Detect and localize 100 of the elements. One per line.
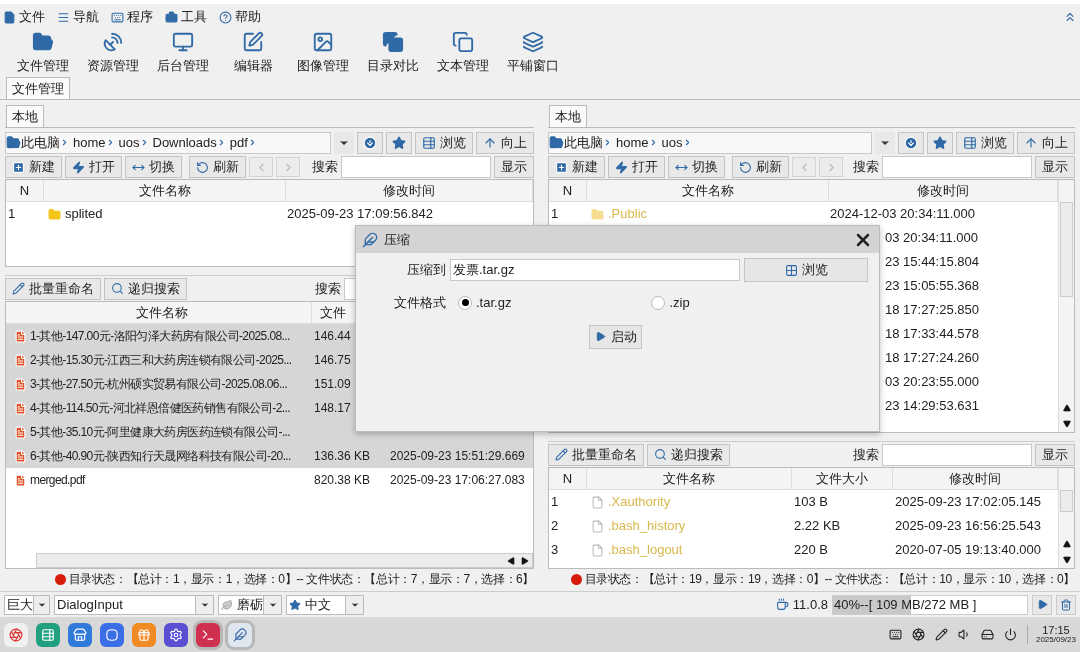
- feather-icon[interactable]: [228, 622, 252, 647]
- toolbar-button[interactable]: 新建: [5, 156, 62, 178]
- download-icon[interactable]: [357, 131, 383, 154]
- app-icon: [362, 231, 378, 248]
- file-name[interactable]: splited: [65, 204, 103, 224]
- power-icon[interactable]: [1003, 628, 1017, 641]
- column-header[interactable]: 文件名称: [587, 468, 792, 489]
- toolbar-button[interactable]: 图像管理: [288, 30, 358, 76]
- toolbar-button[interactable]: 目录对比: [358, 30, 428, 76]
- path-segment[interactable]: 此电脑: [21, 132, 60, 153]
- column-header[interactable]: N: [549, 468, 587, 489]
- pencil-icon: [12, 282, 25, 295]
- trash-icon[interactable]: [1056, 594, 1076, 615]
- main-tab[interactable]: 文件管理: [6, 77, 70, 99]
- launcher-icon[interactable]: [4, 622, 28, 647]
- path-segment[interactable]: home: [73, 132, 106, 153]
- toolbar-button[interactable]: 文件管理: [8, 30, 78, 76]
- scroll-left-icon[interactable]: [507, 556, 515, 565]
- toolbar-button[interactable]: 打开: [65, 156, 122, 178]
- path-segment[interactable]: Downloads: [152, 132, 217, 153]
- toolbar-button[interactable]: 批量重命名: [548, 443, 644, 466]
- browse-button[interactable]: 浏览: [956, 131, 1014, 154]
- column-header[interactable]: 修改时间: [286, 180, 533, 201]
- menu-item[interactable]: 导航: [57, 7, 99, 27]
- toolbar-button[interactable]: 批量重命名: [5, 277, 101, 300]
- up-button[interactable]: 向上: [1017, 131, 1075, 154]
- scroll-up-icon[interactable]: [1062, 404, 1071, 412]
- browser-icon[interactable]: [100, 622, 124, 647]
- path-segment[interactable]: 此电脑: [564, 132, 603, 153]
- toolbar-button[interactable]: 编辑器: [218, 30, 288, 76]
- column-header[interactable]: 文件名称: [44, 180, 286, 201]
- toolbar-button[interactable]: 新建: [548, 156, 605, 178]
- browse-button[interactable]: 浏览: [415, 131, 473, 154]
- format-radio[interactable]: .tar.gz: [458, 293, 512, 313]
- search-field[interactable]: [882, 156, 1032, 178]
- pane-tab[interactable]: 本地: [549, 105, 587, 127]
- dropdown[interactable]: 中文: [286, 594, 364, 615]
- toolbar-button[interactable]: 刷新: [189, 156, 246, 178]
- format-radio[interactable]: .zip: [651, 293, 690, 313]
- star-icon: [289, 598, 301, 611]
- toolbar-button[interactable]: 切换: [125, 156, 182, 178]
- scroll-right-icon[interactable]: [521, 556, 529, 565]
- store-icon[interactable]: [68, 622, 92, 647]
- menu-item[interactable]: 文件: [3, 7, 45, 27]
- scroll-up-icon[interactable]: [1062, 540, 1071, 548]
- keyboard-icon[interactable]: [888, 628, 902, 641]
- scrollbar[interactable]: [1058, 468, 1074, 568]
- path-segment[interactable]: pdf: [229, 132, 248, 153]
- start-button[interactable]: 启动: [589, 324, 642, 349]
- column-header[interactable]: N: [549, 180, 587, 201]
- scroll-down-icon[interactable]: [1062, 420, 1071, 428]
- target-field[interactable]: 发票.tar.gz: [450, 259, 740, 281]
- dropdown[interactable]: 磨砺: [218, 594, 282, 615]
- download-icon[interactable]: [898, 131, 924, 154]
- show-button[interactable]: 显示: [494, 156, 534, 178]
- toolbar-button[interactable]: 资源管理: [78, 30, 148, 76]
- scrollbar[interactable]: [36, 553, 533, 568]
- path-segment[interactable]: home: [616, 132, 649, 153]
- toolbar-button[interactable]: 平铺窗口: [498, 30, 568, 76]
- toolbar-button[interactable]: 切换: [668, 156, 725, 178]
- drive-icon[interactable]: [980, 628, 994, 641]
- toolbar-button[interactable]: 递归搜索: [104, 277, 187, 300]
- browse-button[interactable]: 浏览: [744, 258, 868, 282]
- toolbar-button[interactable]: 后台管理: [148, 30, 218, 76]
- dropdown[interactable]: DialogInput: [54, 594, 214, 615]
- terminal-icon[interactable]: [196, 622, 220, 647]
- path-field[interactable]: 此电脑 home uos Downloads pdf: [5, 131, 331, 154]
- show-button[interactable]: 显示: [1035, 156, 1075, 178]
- settings-icon[interactable]: [164, 622, 188, 647]
- column-header[interactable]: 文件大小: [792, 468, 893, 489]
- collapse-icon[interactable]: [1063, 10, 1077, 24]
- scrollbar[interactable]: [1058, 180, 1074, 432]
- menu-item[interactable]: 帮助: [219, 7, 261, 27]
- run-icon[interactable]: [1032, 594, 1052, 615]
- search-field[interactable]: [341, 156, 491, 178]
- files-icon[interactable]: [36, 622, 60, 647]
- scroll-thumb[interactable]: [1060, 490, 1073, 512]
- path-segment[interactable]: uos: [118, 132, 140, 153]
- scroll-down-icon[interactable]: [1062, 556, 1071, 564]
- clock-time: 17:15: [1042, 625, 1070, 636]
- toolbar-button[interactable]: 递归搜索: [647, 443, 730, 466]
- up-button[interactable]: 向上: [476, 131, 534, 154]
- pane-tab[interactable]: 本地: [6, 105, 44, 127]
- path-segment[interactable]: uos: [661, 132, 683, 153]
- table-row[interactable]: 6-其他-40.90元-陕西知行天晟网络科技有限公司-20... 136.36 KB 2025-09-23 15:51:29.669: [6, 444, 533, 468]
- show-button[interactable]: 显示: [1035, 443, 1075, 466]
- menu-item[interactable]: 工具: [165, 7, 207, 27]
- search-field[interactable]: [882, 443, 1032, 466]
- dropdown[interactable]: 巨大: [4, 594, 50, 615]
- column-header[interactable]: N: [6, 180, 44, 201]
- toolbar-button[interactable]: 文本管理: [428, 30, 498, 76]
- pen-icon[interactable]: [934, 628, 948, 641]
- column-header[interactable]: 文件名称: [587, 180, 829, 201]
- menu-item[interactable]: 程序: [111, 7, 153, 27]
- path-field[interactable]: 此电脑 home uos: [548, 131, 872, 154]
- volume-icon[interactable]: [957, 628, 971, 641]
- toolbar-button[interactable]: 刷新: [732, 156, 789, 178]
- scroll-thumb[interactable]: [1060, 202, 1073, 297]
- column-header[interactable]: 文件名称: [12, 302, 312, 323]
- toolbar-button[interactable]: 打开: [608, 156, 665, 178]
